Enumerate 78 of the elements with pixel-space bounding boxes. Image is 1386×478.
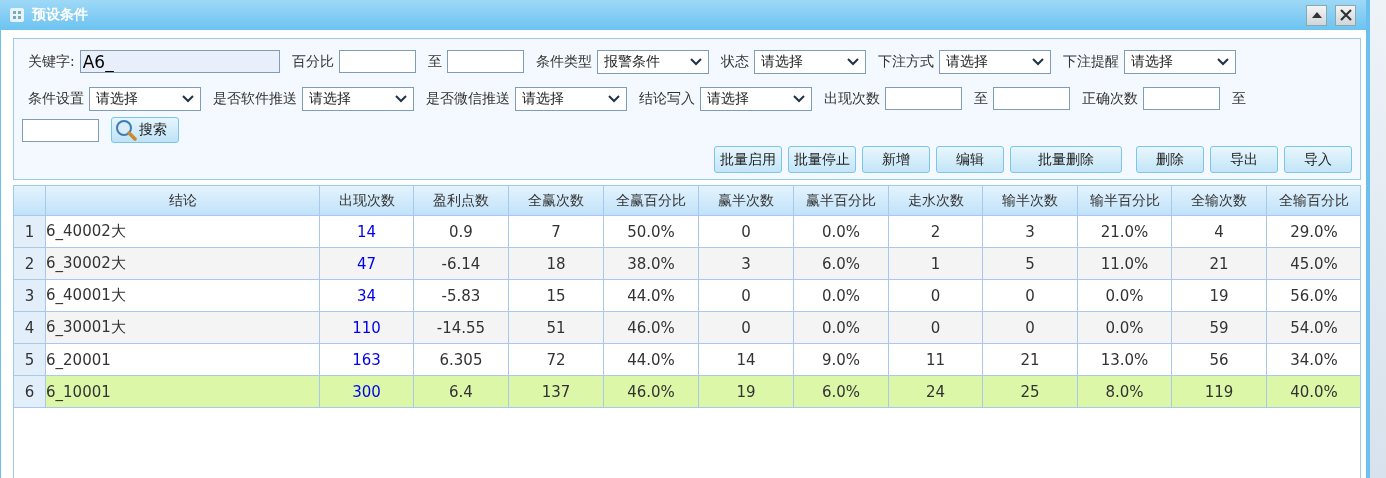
input-field[interactable] bbox=[22, 118, 99, 142]
row-number: 3 bbox=[14, 280, 46, 312]
field-label: 至 bbox=[427, 52, 442, 71]
search-button[interactable]: 搜索 bbox=[111, 117, 179, 143]
triangle-up-icon bbox=[1311, 12, 1322, 18]
table-row[interactable]: 2 6_30002大 47 -6.14 18 38.0% 3 6.0% 1 5 11.0% 21 45.0% bbox=[14, 248, 1360, 280]
select-dropdown[interactable]: 请选择 bbox=[938, 49, 1051, 74]
input-field[interactable] bbox=[446, 50, 524, 73]
select-dropdown[interactable]: 请选择 bbox=[753, 49, 866, 74]
row-number: 6 bbox=[14, 376, 46, 408]
field-label: 百分比 bbox=[291, 52, 334, 71]
table-cell: 25 bbox=[983, 376, 1078, 408]
table-cell: 6.4 bbox=[414, 376, 509, 408]
field-label: 是否软件推送 bbox=[213, 89, 297, 108]
toolbar-button[interactable]: 导出 bbox=[1210, 146, 1278, 173]
input-field[interactable] bbox=[1143, 87, 1220, 110]
chevron-down-icon bbox=[846, 57, 859, 66]
field-label: 正确次数 bbox=[1082, 89, 1138, 108]
table-cell: 40.0% bbox=[1267, 376, 1360, 408]
toolbar-button[interactable]: 导入 bbox=[1284, 146, 1352, 173]
table-row[interactable]: 3 6_40001大 34 -5.83 15 44.0% 0 0.0% 0 0 0.0% 19 56.0% bbox=[14, 280, 1360, 312]
grid-icon bbox=[10, 8, 24, 22]
toolbar-button[interactable]: 编辑 bbox=[936, 146, 1004, 173]
row-number: 5 bbox=[14, 344, 46, 376]
field-label: 结论写入 bbox=[639, 89, 695, 108]
table-cell: 6_10001 bbox=[46, 376, 320, 408]
chevron-down-icon bbox=[689, 57, 702, 66]
field-label: 是否微信推送 bbox=[426, 89, 510, 108]
input-field[interactable] bbox=[885, 87, 962, 110]
field-label: 至 bbox=[1232, 89, 1246, 108]
input-field[interactable] bbox=[993, 87, 1070, 110]
toolbar-button[interactable]: 批量启用 bbox=[714, 146, 782, 173]
chevron-down-icon bbox=[608, 94, 620, 103]
chevron-down-icon bbox=[395, 94, 407, 103]
field-label: 状态 bbox=[720, 52, 749, 71]
table-cell: 46.0% bbox=[604, 376, 699, 408]
table-cell: 24 bbox=[889, 376, 983, 408]
chevron-down-icon bbox=[1216, 57, 1229, 66]
chevron-down-icon bbox=[182, 94, 194, 103]
table-row[interactable]: 1 6_40002大 14 0.9 7 50.0% 0 0.0% 2 3 21.0% 4 29.0% bbox=[14, 216, 1360, 248]
field-label: 条件类型 bbox=[535, 52, 592, 71]
select-dropdown[interactable]: 请选择 bbox=[700, 86, 812, 111]
table-row[interactable]: 6 6_10001 300 6.4 137 46.0% 19 6.0% 24 25 8.0% 119 40.0% bbox=[14, 376, 1360, 408]
table-cell: 6.0% bbox=[794, 376, 889, 408]
chevron-down-icon bbox=[1031, 57, 1044, 66]
field-label: 下注方式 bbox=[877, 52, 934, 71]
input-field[interactable] bbox=[338, 50, 416, 73]
close-icon bbox=[1339, 9, 1352, 21]
table-row[interactable]: 5 6_20001 163 6.305 72 44.0% 14 9.0% 11 21 13.0% 56 34.0% bbox=[14, 344, 1360, 376]
row-number: 4 bbox=[14, 312, 46, 344]
row-number: 2 bbox=[14, 248, 46, 280]
select-dropdown[interactable]: 请选择 bbox=[1123, 49, 1236, 74]
toolbar-button[interactable]: 删除 bbox=[1136, 146, 1204, 173]
table-cell: 8.0% bbox=[1078, 376, 1172, 408]
table-cell: 119 bbox=[1172, 376, 1267, 408]
field-label: 关键字: bbox=[28, 52, 75, 71]
toolbar-button[interactable]: 新增 bbox=[862, 146, 930, 173]
row-number: 1 bbox=[14, 216, 46, 248]
field-label: 条件设置 bbox=[28, 89, 84, 108]
select-dropdown[interactable]: 报警条件 bbox=[596, 49, 709, 74]
field-label: 至 bbox=[974, 89, 988, 108]
input-field[interactable]: A6_ bbox=[79, 50, 280, 73]
table-cell: 19 bbox=[699, 376, 794, 408]
select-dropdown[interactable]: 请选择 bbox=[89, 86, 201, 111]
chevron-down-icon bbox=[793, 94, 805, 103]
table-cell: 300 bbox=[320, 376, 414, 408]
window-title: 预设条件 bbox=[32, 6, 89, 24]
select-dropdown[interactable]: 请选择 bbox=[302, 86, 414, 111]
select-dropdown[interactable]: 请选择 bbox=[515, 86, 627, 111]
toolbar-button[interactable]: 批量停止 bbox=[788, 146, 856, 173]
collapse-button[interactable] bbox=[1306, 4, 1327, 26]
field-label: 下注提醒 bbox=[1062, 52, 1119, 71]
field-label: 出现次数 bbox=[824, 89, 880, 108]
table-row[interactable]: 4 6_30001大 110 -14.55 51 46.0% 0 0.0% 0 0 0.0% 59 54.0% bbox=[14, 312, 1360, 344]
close-button[interactable] bbox=[1335, 4, 1356, 26]
table-cell: 137 bbox=[509, 376, 604, 408]
toolbar-button[interactable]: 批量删除 bbox=[1010, 146, 1122, 173]
search-icon bbox=[115, 119, 137, 141]
